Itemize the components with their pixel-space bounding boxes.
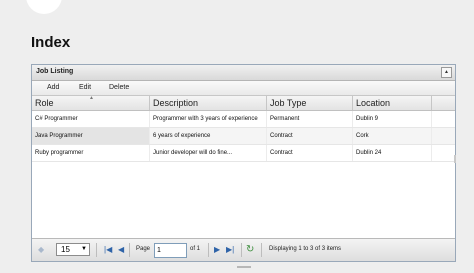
grid-toolbar: Add Edit Delete [32, 81, 455, 96]
cell-role: Ruby programmer [32, 145, 150, 161]
pager-separator [129, 243, 130, 257]
page-size-value: 15 [61, 245, 70, 254]
grid-header: Job Listing ▲ [32, 65, 455, 81]
last-page-icon[interactable]: ▶| [226, 245, 234, 255]
table-row[interactable]: Ruby programmer Junior developer will do… [32, 145, 455, 162]
refresh-icon[interactable]: ↻ [246, 244, 254, 255]
column-header-role[interactable]: Role [32, 96, 150, 110]
page-size-select[interactable]: 15 ▼ [56, 243, 90, 256]
logo-shape [26, 0, 62, 14]
cell-description: Junior developer will do fine... [150, 145, 267, 161]
column-header-description[interactable]: Description [150, 96, 267, 110]
next-page-icon[interactable]: ▶ [214, 245, 220, 255]
page-count-label: of 1 [190, 246, 201, 252]
resize-handle[interactable] [237, 266, 251, 268]
triangle-up-icon: ▲ [444, 69, 449, 75]
pager: ◆ 15 ▼ |◀ ◀ Page 1 of 1 ▶ ▶| ↻ Displayin… [32, 238, 455, 261]
pager-separator [261, 243, 262, 257]
cell-description: 6 years of experience [150, 128, 267, 144]
page-title: Index [31, 34, 71, 51]
edit-button[interactable]: Edit [79, 84, 91, 91]
pager-separator [96, 243, 97, 257]
first-page-icon[interactable]: |◀ [104, 245, 112, 255]
cell-location: Dublin 24 [353, 145, 432, 161]
chevron-down-icon: ▼ [81, 246, 87, 252]
delete-button[interactable]: Delete [109, 84, 129, 91]
job-listing-grid: Job Listing ▲ Add Edit Delete ▲ Role Des… [31, 64, 456, 262]
column-header-location[interactable]: Location [353, 96, 432, 110]
table-row[interactable]: C# Programmer Programmer with 3 years of… [32, 111, 455, 128]
cell-role: Java Programmer [32, 128, 150, 144]
pager-separator [208, 243, 209, 257]
pager-separator [241, 243, 242, 257]
column-header-job-type[interactable]: Job Type [267, 96, 353, 110]
previous-page-icon[interactable]: ◀ [118, 245, 124, 255]
table-row[interactable]: Java Programmer 6 years of experience Co… [32, 128, 455, 145]
cell-job-type: Contract [267, 145, 353, 161]
scrollbar-mark[interactable] [454, 155, 456, 163]
cell-job-type: Permanent [267, 111, 353, 127]
grid-title: Job Listing [36, 68, 74, 75]
page-label: Page [136, 246, 151, 252]
add-button[interactable]: Add [47, 84, 59, 91]
pager-status: Displaying 1 to 3 of 3 items [269, 246, 342, 252]
column-header-row: ▲ Role Description Job Type Location [32, 95, 455, 111]
page-number-input[interactable]: 1 [154, 243, 187, 258]
grid-rows: C# Programmer Programmer with 3 years of… [32, 111, 455, 162]
cell-job-type: Contract [267, 128, 353, 144]
pager-options-icon[interactable]: ◆ [38, 245, 44, 255]
cell-role: C# Programmer [32, 111, 150, 127]
cell-location: Dublin 9 [353, 111, 432, 127]
cell-description: Programmer with 3 years of experience [150, 111, 267, 127]
cell-location: Cork [353, 128, 432, 144]
collapse-button[interactable]: ▲ [441, 67, 452, 78]
